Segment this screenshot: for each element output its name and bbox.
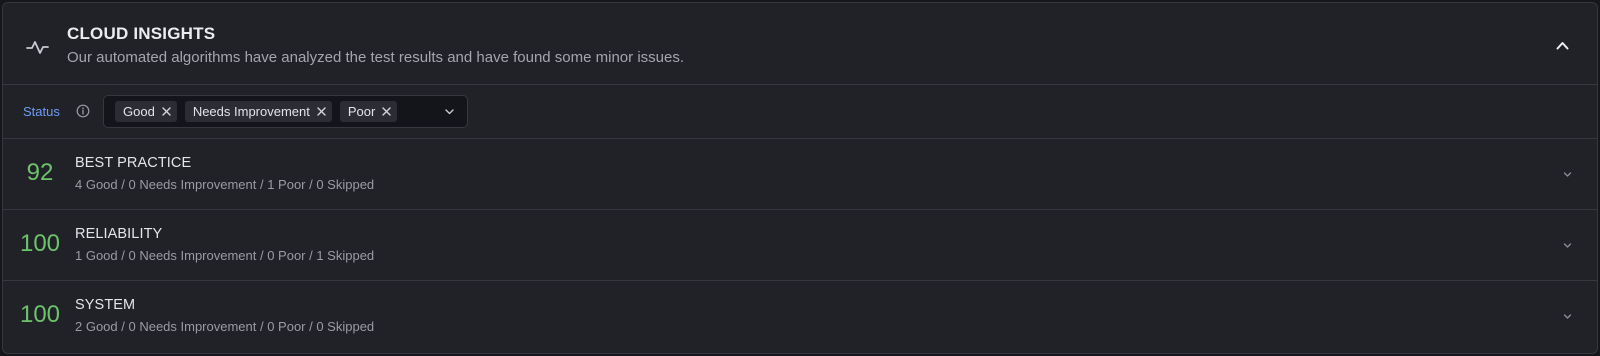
status-filter-row: Status Good Needs Improvement Poor — [3, 85, 1597, 139]
category-title: BEST PRACTICE — [75, 155, 192, 171]
chip-label: Good — [123, 104, 155, 119]
chip-label: Poor — [347, 104, 376, 119]
panel-subtitle: Our automated algorithms have analyzed t… — [67, 49, 684, 66]
close-icon[interactable] — [382, 107, 392, 116]
close-icon[interactable] — [317, 107, 326, 116]
cloud-insights-panel: CLOUD INSIGHTS Our automated algorithms … — [2, 2, 1598, 354]
status-chip-list: Good Needs Improvement Poor — [115, 101, 398, 122]
collapse-button[interactable] — [1551, 34, 1573, 56]
status-chip-needs-improvement: Needs Improvement — [184, 101, 332, 122]
status-filter-label: Status — [23, 104, 60, 119]
chevron-down-icon[interactable] — [1562, 311, 1573, 322]
chevron-down-icon[interactable] — [444, 106, 455, 117]
category-summary: 2 Good / 0 Needs Improvement / 0 Poor / … — [75, 319, 375, 334]
category-title: SYSTEM — [75, 297, 136, 313]
category-score: 100 — [19, 301, 61, 328]
category-row-reliability[interactable]: 100 RELIABILITY 1 Good / 0 Needs Improve… — [3, 210, 1597, 281]
status-multiselect[interactable]: Good Needs Improvement Poor — [103, 95, 468, 128]
status-chip-good: Good — [115, 101, 177, 122]
category-score: 92 — [26, 159, 54, 186]
chip-label: Needs Improvement — [192, 104, 310, 119]
category-summary: 1 Good / 0 Needs Improvement / 0 Poor / … — [75, 248, 375, 263]
chevron-up-icon — [1556, 41, 1568, 49]
category-row-system[interactable]: 100 SYSTEM 2 Good / 0 Needs Improvement … — [3, 281, 1597, 351]
category-score: 100 — [19, 230, 61, 257]
chevron-down-icon[interactable] — [1562, 240, 1573, 251]
close-icon[interactable] — [162, 107, 171, 116]
category-summary: 4 Good / 0 Needs Improvement / 1 Poor / … — [75, 177, 375, 192]
activity-icon — [26, 41, 49, 54]
category-row-best-practice[interactable]: 92 BEST PRACTICE 4 Good / 0 Needs Improv… — [3, 139, 1597, 210]
panel-title: CLOUD INSIGHTS — [67, 24, 216, 43]
status-chip-poor: Poor — [339, 101, 398, 122]
category-title: RELIABILITY — [75, 226, 163, 242]
info-icon[interactable] — [76, 104, 90, 118]
chevron-down-icon[interactable] — [1562, 169, 1573, 180]
panel-header: CLOUD INSIGHTS Our automated algorithms … — [3, 3, 1597, 85]
